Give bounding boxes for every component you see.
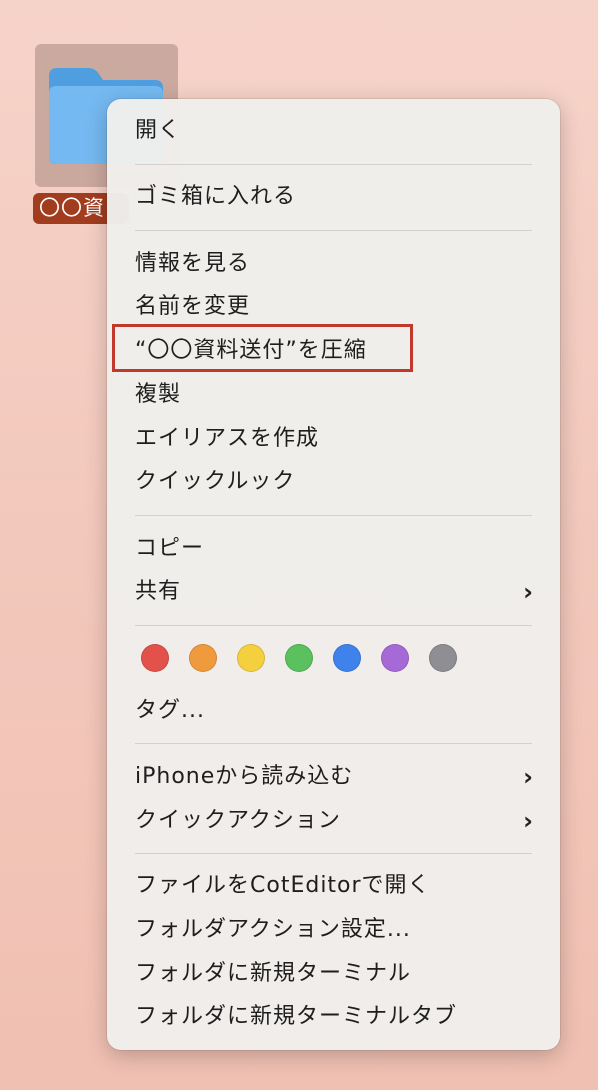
menu-item-make-alias[interactable]: エイリアスを作成 — [135, 419, 532, 459]
menu-item-import-from-iphone-label: iPhoneから読み込む — [135, 764, 354, 789]
tag-green-button[interactable] — [285, 644, 313, 672]
tag-blue-button[interactable] — [333, 644, 361, 672]
chevron-right-icon: › — [523, 807, 534, 835]
tag-gray-button[interactable] — [429, 644, 457, 672]
menu-separator — [135, 515, 532, 516]
tag-orange-button[interactable] — [189, 644, 217, 672]
tag-purple-button[interactable] — [381, 644, 409, 672]
menu-item-copy[interactable]: コピー — [135, 529, 532, 569]
menu-item-import-from-iphone[interactable]: iPhoneから読み込む › — [135, 757, 534, 797]
tag-red-button[interactable] — [141, 644, 169, 672]
menu-separator — [135, 853, 532, 854]
menu-item-get-info[interactable]: 情報を見る — [135, 244, 532, 284]
context-menu: 開く ゴミ箱に入れる 情報を見る 名前を変更 “〇〇資料送付”を圧縮 複製 エイ… — [107, 99, 560, 1050]
tag-yellow-button[interactable] — [237, 644, 265, 672]
menu-item-move-to-trash[interactable]: ゴミ箱に入れる — [135, 177, 532, 217]
chevron-right-icon: › — [523, 763, 534, 791]
menu-item-folder-actions-setup[interactable]: フォルダアクション設定... — [135, 910, 532, 950]
menu-separator — [135, 230, 532, 231]
menu-separator — [135, 625, 532, 626]
menu-separator — [135, 164, 532, 165]
menu-item-rename[interactable]: 名前を変更 — [135, 287, 532, 327]
menu-separator — [135, 743, 532, 744]
menu-item-quick-look[interactable]: クイックルック — [135, 462, 532, 502]
menu-item-open[interactable]: 開く — [135, 111, 532, 151]
menu-item-open-in-coteditor[interactable]: ファイルをCotEditorで開く — [135, 866, 532, 906]
menu-item-quick-actions-label: クイックアクション — [135, 808, 341, 833]
menu-item-share[interactable]: 共有 › — [135, 572, 534, 612]
menu-item-share-label: 共有 — [135, 579, 182, 604]
highlight-box — [112, 324, 413, 372]
menu-item-new-terminal-tab[interactable]: フォルダに新規ターミナルタブ — [135, 997, 532, 1037]
menu-item-new-terminal[interactable]: フォルダに新規ターミナル — [135, 954, 532, 994]
menu-item-tags[interactable]: タグ... — [135, 691, 532, 731]
chevron-right-icon: › — [523, 578, 534, 606]
menu-item-duplicate[interactable]: 複製 — [135, 375, 532, 415]
menu-item-quick-actions[interactable]: クイックアクション › — [135, 801, 534, 841]
